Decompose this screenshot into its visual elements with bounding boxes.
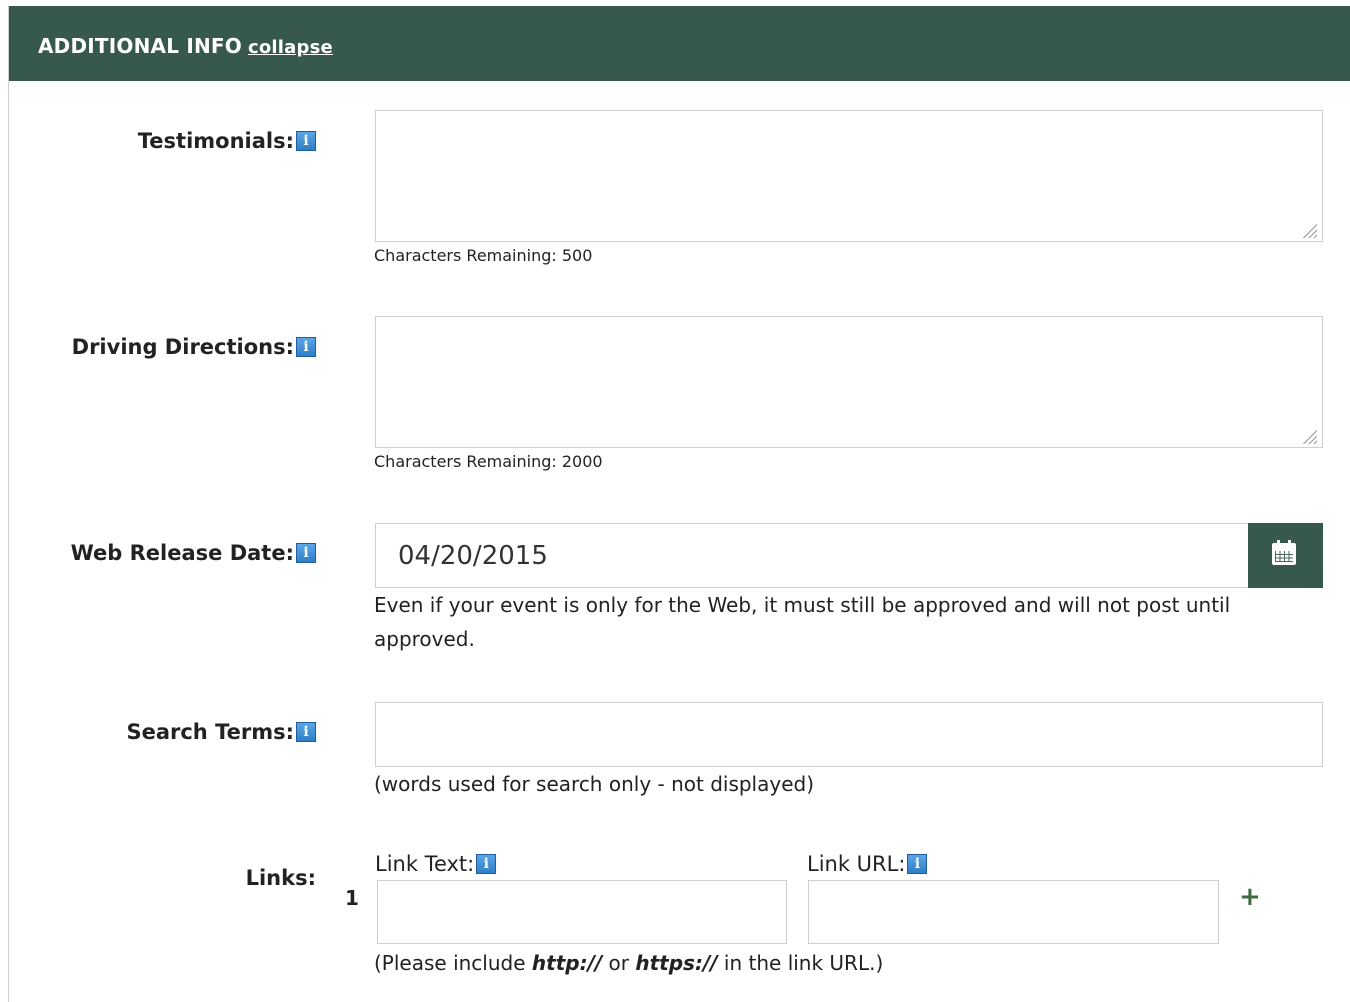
calendar-button[interactable] [1248, 523, 1323, 588]
testimonials-label-text: Testimonials: [137, 129, 294, 153]
links-label: Links: [245, 866, 316, 890]
link-text-input[interactable] [377, 880, 787, 944]
section-title-text: ADDITIONAL INFO [38, 34, 242, 58]
info-icon[interactable] [907, 854, 928, 874]
link-note-https: https:// [635, 951, 718, 975]
driving-directions-textarea[interactable] [375, 316, 1323, 448]
section-header: ADDITIONAL INFO collapse [9, 6, 1350, 81]
driving-directions-label: Driving Directions: [72, 335, 316, 359]
plus-icon: + [1239, 882, 1261, 912]
add-link-button[interactable]: + [1239, 882, 1261, 912]
info-icon[interactable] [296, 131, 316, 151]
link-row-number: 1 [345, 886, 359, 910]
additional-info-panel: ADDITIONAL INFO collapse Testimonials: Ch… [8, 6, 1350, 1002]
link-note-suffix: in the link URL.) [717, 951, 884, 975]
web-release-date-input[interactable] [375, 523, 1249, 588]
link-url-label: Link URL: [807, 852, 928, 876]
section-title: ADDITIONAL INFO collapse [38, 34, 333, 58]
info-icon[interactable] [296, 337, 316, 357]
link-text-label-text: Link Text: [375, 852, 475, 876]
driving-directions-chars-remaining: Characters Remaining: 2000 [374, 452, 603, 471]
driving-directions-label-text: Driving Directions: [71, 335, 294, 359]
info-icon[interactable] [296, 543, 316, 563]
web-release-date-label-text: Web Release Date: [70, 541, 294, 565]
link-url-input[interactable] [808, 880, 1219, 944]
search-terms-label: Search Terms: [126, 720, 316, 744]
search-terms-note: (words used for search only - not displa… [374, 772, 815, 796]
testimonials-chars-remaining: Characters Remaining: 500 [374, 246, 593, 265]
info-icon[interactable] [476, 854, 497, 874]
testimonials-textarea[interactable] [375, 110, 1323, 242]
search-terms-input[interactable] [375, 702, 1323, 767]
link-url-note: (Please include http:// or https:// in t… [374, 946, 1274, 980]
web-release-date-note: Even if your event is only for the Web, … [374, 593, 1231, 651]
link-note-prefix: (Please include [374, 951, 532, 975]
calendar-icon [1272, 540, 1296, 565]
link-note-or: or [602, 951, 636, 975]
link-url-label-text: Link URL: [807, 852, 906, 876]
search-terms-label-text: Search Terms: [126, 720, 294, 744]
web-release-date-label: Web Release Date: [71, 541, 316, 565]
testimonials-label: Testimonials: [138, 129, 316, 153]
link-text-label: Link Text: [375, 852, 497, 876]
info-icon[interactable] [296, 722, 316, 742]
collapse-link[interactable]: collapse [248, 37, 333, 58]
link-note-http: http:// [531, 951, 603, 975]
